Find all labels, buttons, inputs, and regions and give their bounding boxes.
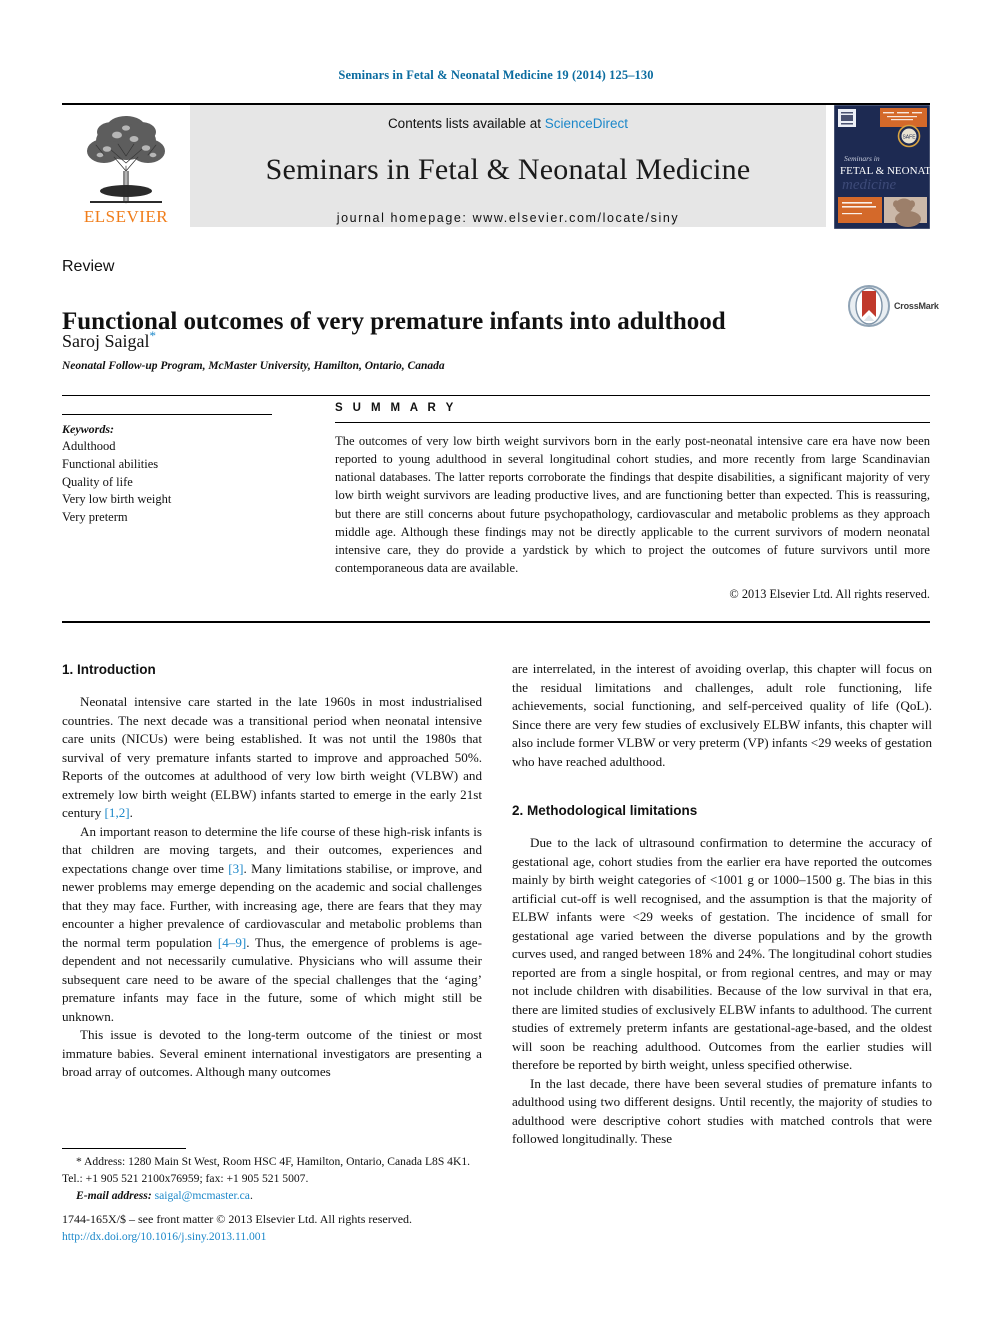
footnote-email-suffix: . [249,1188,253,1202]
email-link[interactable]: saigal@mcmaster.ca [155,1189,250,1202]
author-label: Saroj Saigal [62,331,150,351]
section-heading-introduction: 1. Introduction [62,662,156,677]
paragraph: This issue is devoted to the long-term o… [62,1027,482,1080]
page-title: Functional outcomes of very premature in… [62,307,726,335]
paragraph: Due to the lack of ultrasound confirmati… [512,835,932,1073]
contents-available-line: Contents lists available at ScienceDirec… [388,116,628,131]
masthead-center: Contents lists available at ScienceDirec… [190,105,826,227]
crossmark-badge[interactable]: CrossMark [848,282,940,330]
running-head: Seminars in Fetal & Neonatal Medicine 19… [338,68,654,82]
citation-link[interactable]: [3] [228,861,243,876]
journal-masthead: ELSEVIER Contents lists available at Sci… [62,103,945,230]
paragraph: In the last decade, there have been seve… [512,1075,932,1147]
cover-title-line3: medicine [842,177,896,193]
elsevier-tree-icon [87,116,165,204]
author-name: Saroj Saigal* [62,328,156,352]
citation-link[interactable]: [4–9] [218,935,246,950]
author-affiliation: Neonatal Follow-up Program, McMaster Uni… [62,360,445,372]
crossmark-icon [848,285,890,327]
citation-link[interactable]: [1,2] [105,805,130,820]
keyword-item: Functional abilities [62,456,159,471]
correspondence-footnote: * Address: 1280 Main St West, Room HSC 4… [62,1148,482,1204]
paragraph: are interrelated, in the interest of avo… [512,661,932,769]
summary-rule [335,422,930,423]
paragraph: An important reason to determine the lif… [62,823,482,1027]
article-type: Review [62,258,115,275]
journal-article-page: Seminars in Fetal & Neonatal Medicine 19… [0,0,992,1323]
doi-link[interactable]: http://dx.doi.org/10.1016/j.siny.2013.11… [62,1228,522,1245]
body-column-right: are interrelated, in the interest of avo… [512,660,932,1149]
section-heading-methodological-limitations: 2. Methodological limitations [512,803,698,819]
keywords-rule [62,414,272,415]
summary-text: The outcomes of very low birth weight su… [335,434,930,575]
paragraph: Neonatal intensive care started in the l… [62,693,482,823]
elsevier-wordmark: ELSEVIER [83,207,169,226]
footnote-email-label: E-mail address: [76,1188,152,1202]
elsevier-logo: ELSEVIER [62,105,190,227]
cover-image: SAFE Seminars in FETAL & NEONATAL medici… [833,104,945,230]
abstract-band: Keywords: Adulthood Functional abilities… [62,395,930,623]
paragraph-text-tail: . [129,805,133,821]
cover-title-line2: FETAL & NEONATAL [840,165,930,177]
sciencedirect-link[interactable]: ScienceDirect [545,116,628,131]
cover-title-line1: Seminars in [844,154,880,163]
summary-block: S U M M A R Y The outcomes of very low b… [335,402,930,602]
bottom-matter: 1744-165X/$ – see front matter © 2013 El… [62,1210,522,1245]
body-column-left: 1. Introduction Neonatal intensive care … [62,660,482,1082]
keywords-block: Keywords: Adulthood Functional abilities… [62,414,302,527]
journal-title: Seminars in Fetal & Neonatal Medicine [265,153,751,186]
summary-heading: S U M M A R Y [335,402,457,414]
footnote-email-line: E-mail address: saigal@mcmaster.ca. [62,1188,482,1205]
paragraph-text: Neonatal intensive care started in the l… [62,694,482,821]
journal-homepage-link[interactable]: journal homepage: www.elsevier.com/locat… [337,211,679,225]
keyword-item: Quality of life [62,474,133,489]
keyword-item: Adulthood [62,439,116,454]
issn-copyright-line: 1744-165X/$ – see front matter © 2013 El… [62,1212,413,1226]
keyword-item: Very low birth weight [62,492,172,507]
svg-text:SAFE: SAFE [902,135,916,141]
crossmark-label: CrossMark [894,301,939,311]
author-corresponding-marker[interactable]: * [150,328,157,343]
keyword-item: Very preterm [62,510,128,525]
footnote-address: * Address: 1280 Main St West, Room HSC 4… [62,1154,482,1188]
summary-copyright: © 2013 Elsevier Ltd. All rights reserved… [729,587,930,601]
footnote-address-text: Address: 1280 Main St West, Room HSC 4F,… [62,1155,471,1185]
contents-prefix: Contents lists available at [387,116,545,131]
keywords-heading: Keywords: [62,422,114,436]
journal-cover-thumbnail[interactable]: SAFE Seminars in FETAL & NEONATAL medici… [833,104,945,230]
footnote-rule [62,1148,186,1149]
